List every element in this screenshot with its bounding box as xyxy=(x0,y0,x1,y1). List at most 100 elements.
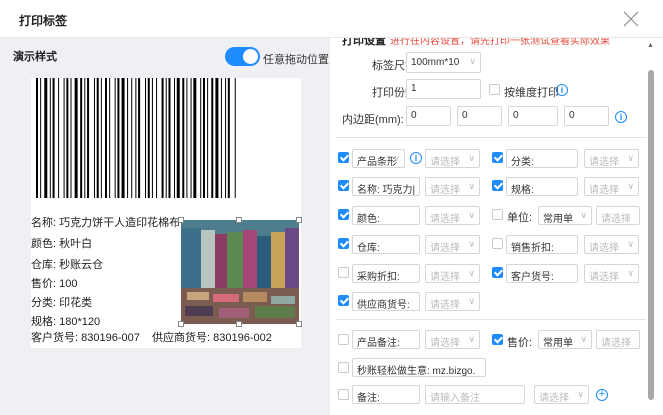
resize-handle[interactable] xyxy=(296,321,302,327)
scrollbar[interactable] xyxy=(648,70,654,400)
copies-input[interactable]: 1 xyxy=(406,79,481,99)
supplier-sku-checkbox[interactable] xyxy=(338,295,349,306)
info-icon[interactable]: i xyxy=(556,84,568,96)
chevron-down-icon: ∨ xyxy=(468,181,475,191)
supplier-sku-input[interactable]: 供应商货号: xyxy=(352,292,420,311)
purchase-discount-checkbox[interactable] xyxy=(338,267,349,278)
field-customer-sku[interactable]: 客户货号: 830196-007 xyxy=(31,329,140,345)
resize-handle[interactable] xyxy=(236,321,242,327)
info-icon[interactable]: i xyxy=(410,152,422,164)
category-format-select[interactable]: 请选择 ∨ xyxy=(584,149,639,168)
remark-format-select[interactable]: 请选择 ∨ xyxy=(534,385,589,404)
info-icon[interactable]: i xyxy=(615,111,627,123)
spec-format-select[interactable]: 请选择 ∨ xyxy=(584,177,639,196)
barcode-format-select[interactable]: 请选择 ∨ xyxy=(425,149,480,168)
customer-sku-format-select[interactable]: 请选择 ∨ xyxy=(584,264,639,283)
drag-position-toggle[interactable] xyxy=(225,47,260,66)
warehouse-input[interactable]: 仓库: xyxy=(352,235,420,254)
select-placeholder: 请选择 xyxy=(601,214,631,225)
resize-handle[interactable] xyxy=(296,217,302,223)
barcode-type-checkbox[interactable] xyxy=(338,152,349,163)
size-select[interactable]: 100mm*10 ∨ xyxy=(406,52,481,73)
customer-sku-checkbox[interactable] xyxy=(492,267,503,278)
resize-handle[interactable] xyxy=(178,217,184,223)
price-select[interactable]: 常用单 ∨ xyxy=(538,330,592,349)
remark-input[interactable]: 备注: xyxy=(352,385,420,404)
padding-left-input[interactable]: 0 xyxy=(564,106,609,126)
sales-discount-input[interactable]: 销售折扣: xyxy=(506,235,578,254)
name-checkbox[interactable] xyxy=(338,180,349,191)
category-input[interactable]: 分类: xyxy=(506,149,578,168)
unit-value: 常用单 xyxy=(543,214,573,225)
purchase-discount-format-select[interactable]: 请选择 ∨ xyxy=(425,264,480,283)
padding-bottom-input[interactable]: 0 xyxy=(508,106,558,126)
close-icon[interactable] xyxy=(622,10,640,28)
spec-checkbox[interactable] xyxy=(492,180,503,191)
chevron-down-icon: ∨ xyxy=(468,239,475,249)
name-format-select[interactable]: 请选择 ∨ xyxy=(425,177,480,196)
field-spec[interactable]: 规格: 180*120 xyxy=(31,313,100,329)
remark-text-input[interactable]: 请输入备注 xyxy=(425,385,525,404)
resize-handle[interactable] xyxy=(178,321,184,327)
field-price[interactable]: 售价: 100 xyxy=(31,275,77,291)
label-canvas: 名称: 巧克力饼干人造印花棉布 颜色: 秋叶白 仓库: 秒账云仓 售价: 100… xyxy=(31,78,302,348)
chevron-down-icon: ∨ xyxy=(580,334,587,344)
shop-link-checkbox[interactable] xyxy=(338,362,349,373)
size-value: 100mm*10 xyxy=(411,57,460,68)
toggle-knob xyxy=(243,49,258,64)
price-format-select[interactable]: 请选择 xyxy=(596,330,640,349)
field-supplier-sku[interactable]: 供应商货号: 830196-002 xyxy=(152,329,272,345)
spec-input[interactable]: 规格: xyxy=(506,177,578,196)
color-format-select[interactable]: 请选择 ∨ xyxy=(425,206,480,225)
by-dimension-label: 按维度打印 xyxy=(504,87,559,99)
customer-sku-input[interactable]: 客户货号: xyxy=(506,264,578,283)
settings-note: 进行在内容设置，请先打印一张测试查看实际效果 xyxy=(390,38,610,47)
padding-top-input[interactable]: 0 xyxy=(406,106,451,126)
preview-label: 演示样式 xyxy=(13,51,57,63)
fabric-photo-icon[interactable] xyxy=(181,220,299,324)
select-placeholder: 请选择 xyxy=(430,338,460,349)
settings-section-head: 打印设置 进行在内容设置，请先打印一张测试查看实际效果 xyxy=(342,38,610,48)
product-note-input[interactable]: 产品备注: xyxy=(352,330,420,349)
color-input[interactable]: 颜色: xyxy=(352,206,420,225)
resize-handle[interactable] xyxy=(236,217,242,223)
settings-panel: 打印设置 进行在内容设置，请先打印一张测试查看实际效果 标签尺寸: 100mm*1… xyxy=(330,38,663,415)
padding-right-input[interactable]: 0 xyxy=(457,106,502,126)
sales-discount-checkbox[interactable] xyxy=(492,238,503,249)
barcode-icon[interactable] xyxy=(36,78,286,198)
field-warehouse[interactable]: 仓库: 秒账云仓 xyxy=(31,256,103,272)
unit-format-select[interactable]: 请选择 xyxy=(596,206,640,225)
unit-select[interactable]: 常用单 ∨ xyxy=(538,206,592,225)
name-input[interactable]: 名称: 巧克力| xyxy=(352,177,420,196)
scroll-up-icon[interactable]: ▲ xyxy=(647,42,654,49)
price-checkbox[interactable] xyxy=(492,334,503,345)
warehouse-format-select[interactable]: 请选择 ∨ xyxy=(425,235,480,254)
chevron-down-icon: ∨ xyxy=(468,153,475,163)
supplier-sku-format-select[interactable]: 请选择 ∨ xyxy=(425,292,480,311)
warehouse-checkbox[interactable] xyxy=(338,238,349,249)
chevron-down-icon: ∨ xyxy=(580,210,587,220)
price-value: 常用单 xyxy=(543,338,573,349)
field-category[interactable]: 分类: 印花类 xyxy=(31,294,92,310)
barcode-type-value: 产品条形 xyxy=(357,157,397,168)
add-field-icon[interactable]: + xyxy=(596,389,608,401)
remark-checkbox[interactable] xyxy=(338,389,349,400)
product-note-format-select[interactable]: 请选择 ∨ xyxy=(425,330,480,349)
field-name[interactable]: 名称: 巧克力饼干人造印花棉布 xyxy=(31,214,180,230)
field-color[interactable]: 颜色: 秋叶白 xyxy=(31,235,92,251)
product-note-checkbox[interactable] xyxy=(338,334,349,345)
unit-checkbox[interactable] xyxy=(492,209,503,220)
chevron-down-icon: ∨ xyxy=(627,268,634,278)
purchase-discount-input[interactable]: 采购折扣: xyxy=(352,264,420,283)
color-checkbox[interactable] xyxy=(338,209,349,220)
divider xyxy=(336,137,646,138)
drag-position-label: 任意拖动位置 xyxy=(263,54,329,66)
category-checkbox[interactable] xyxy=(492,152,503,163)
barcode-type-select[interactable]: 产品条形 ∨ xyxy=(352,149,405,168)
select-placeholder: 请选择 xyxy=(539,393,569,404)
padding-label: 内边距(mm): xyxy=(342,114,404,126)
shop-link-input[interactable]: 秒账轻松做生意: mz.bizgo. xyxy=(352,358,486,377)
by-dimension-checkbox[interactable] xyxy=(489,84,500,95)
settings-title: 打印设置 xyxy=(342,38,386,47)
sales-discount-format-select[interactable]: 请选择 ∨ xyxy=(584,235,639,254)
